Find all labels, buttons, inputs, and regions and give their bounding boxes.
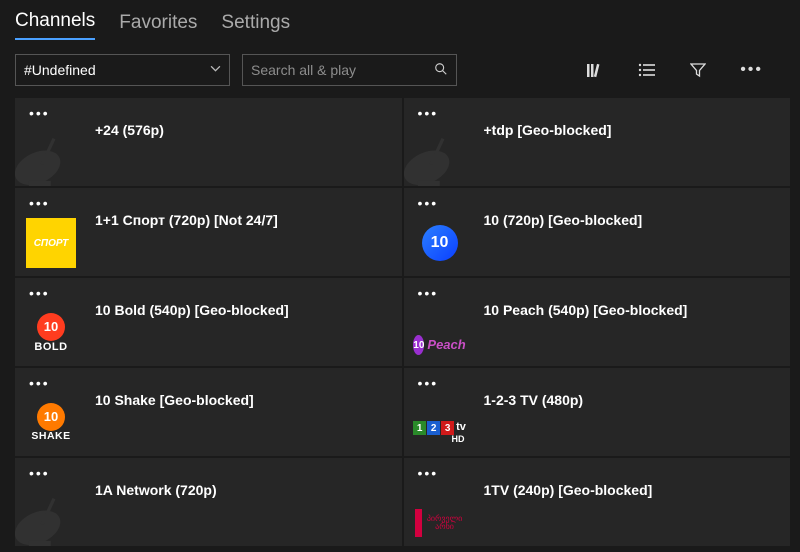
card-more-icon[interactable]: ••• (418, 286, 439, 302)
channel-title: 1+1 Спорт (720p) [Not 24/7] (95, 212, 392, 228)
card-text: 10 Shake [Geo-blocked] (81, 376, 392, 408)
card-text: 1TV (240p) [Geo-blocked] (470, 466, 781, 498)
category-dropdown[interactable]: #Undefined (15, 54, 230, 86)
tab-favorites[interactable]: Favorites (119, 12, 197, 40)
channel-card[interactable]: ••• პირველი არხი 1TV (240p) [Geo-blocked] (404, 458, 791, 546)
card-text: 10 (720p) [Geo-blocked] (470, 196, 781, 228)
toolbar-icons: ••• (586, 61, 785, 79)
channel-title: 10 (720p) [Geo-blocked] (484, 212, 781, 228)
card-text: 1-2-3 TV (480p) (470, 376, 781, 408)
dish-icon (404, 124, 466, 186)
card-more-icon[interactable]: ••• (29, 376, 50, 392)
channel-card[interactable]: ••• +24 (576p) (15, 98, 402, 186)
channel-card[interactable]: ••• 10Peach 10 Peach (540p) [Geo-blocked] (404, 278, 791, 366)
channel-grid: ••• +24 (576p) ••• +tdp [Geo-blocked] ••• СПО… (0, 98, 800, 552)
channel-title: +tdp [Geo-blocked] (484, 122, 781, 138)
channel-title: 10 Shake [Geo-blocked] (95, 392, 392, 408)
category-dropdown-label: #Undefined (24, 62, 96, 78)
channel-title: 10 Bold (540p) [Geo-blocked] (95, 302, 392, 318)
card-more-icon[interactable]: ••• (418, 196, 439, 212)
channel-logo: 123tvHD (415, 418, 465, 448)
channel-card[interactable]: ••• СПОРТ 1+1 Спорт (720p) [Not 24/7] (15, 188, 402, 276)
tab-channels[interactable]: Channels (15, 10, 95, 40)
card-more-icon[interactable]: ••• (418, 376, 439, 392)
search-input[interactable] (251, 62, 434, 78)
library-icon[interactable] (586, 61, 604, 79)
filter-icon[interactable] (690, 61, 706, 79)
logo-column: ••• 123tvHD (410, 376, 470, 448)
channel-logo: პირველი არხი (415, 508, 465, 538)
card-more-icon[interactable]: ••• (29, 286, 50, 302)
dish-icon (15, 124, 77, 186)
logo-column: ••• СПОРТ (21, 196, 81, 268)
channel-title: 1TV (240p) [Geo-blocked] (484, 482, 781, 498)
search-box[interactable] (242, 54, 457, 86)
tab-settings[interactable]: Settings (221, 12, 290, 40)
dish-icon (15, 484, 77, 546)
card-text: 1+1 Спорт (720p) [Not 24/7] (81, 196, 392, 228)
card-more-icon[interactable]: ••• (29, 466, 50, 482)
channel-card[interactable]: ••• 123tvHD 1-2-3 TV (480p) (404, 368, 791, 456)
card-text: +tdp [Geo-blocked] (470, 106, 781, 138)
logo-column: ••• 10Peach (410, 286, 470, 358)
card-text: 1A Network (720p) (81, 466, 392, 498)
channel-card[interactable]: ••• 10BOLD 10 Bold (540p) [Geo-blocked] (15, 278, 402, 366)
card-more-icon[interactable]: ••• (29, 196, 50, 212)
card-text: 10 Bold (540p) [Geo-blocked] (81, 286, 392, 318)
logo-column: ••• 10 (410, 196, 470, 268)
toolbar: #Undefined ••• (0, 40, 800, 98)
list-view-icon[interactable] (638, 61, 656, 79)
channel-title: +24 (576p) (95, 122, 392, 138)
channel-title: 1-2-3 TV (480p) (484, 392, 781, 408)
more-icon[interactable]: ••• (740, 61, 763, 79)
card-text: 10 Peach (540p) [Geo-blocked] (470, 286, 781, 318)
channel-logo: 10SHAKE (26, 398, 76, 448)
logo-column: ••• 10SHAKE (21, 376, 81, 448)
channel-card[interactable]: ••• +tdp [Geo-blocked] (404, 98, 791, 186)
card-more-icon[interactable]: ••• (418, 106, 439, 122)
channel-card[interactable]: ••• 10 10 (720p) [Geo-blocked] (404, 188, 791, 276)
card-more-icon[interactable]: ••• (418, 466, 439, 482)
channel-card[interactable]: ••• 1A Network (720p) (15, 458, 402, 546)
logo-column: ••• პირველი არხი (410, 466, 470, 538)
chevron-down-icon (210, 63, 221, 77)
channel-card[interactable]: ••• 10SHAKE 10 Shake [Geo-blocked] (15, 368, 402, 456)
channel-title: 1A Network (720p) (95, 482, 392, 498)
channel-logo: СПОРТ (26, 218, 76, 268)
top-tabs: Channels Favorites Settings (0, 0, 800, 40)
card-text: +24 (576p) (81, 106, 392, 138)
card-more-icon[interactable]: ••• (29, 106, 50, 122)
channel-logo: 10BOLD (26, 308, 76, 358)
channel-title: 10 Peach (540p) [Geo-blocked] (484, 302, 781, 318)
search-icon[interactable] (434, 62, 448, 79)
channel-logo: 10Peach (415, 332, 465, 358)
logo-column: ••• 10BOLD (21, 286, 81, 358)
channel-logo: 10 (415, 218, 465, 268)
